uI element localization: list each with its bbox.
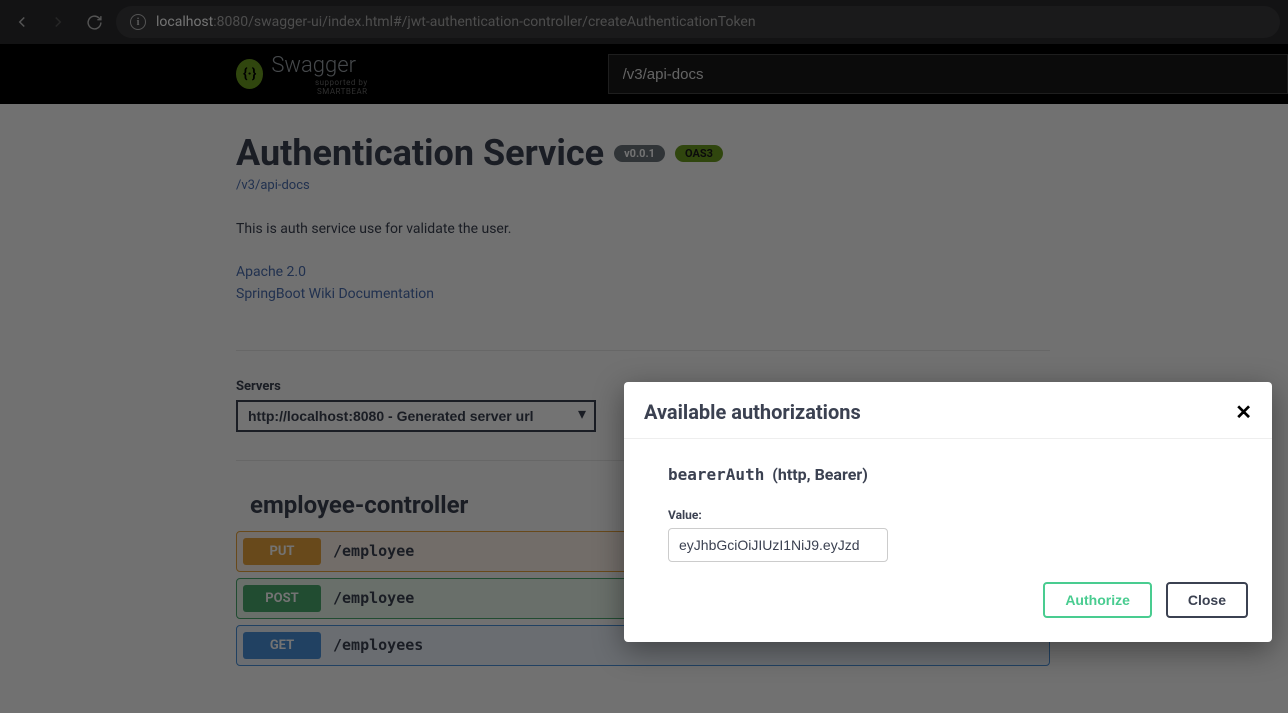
close-icon[interactable]: ✕ bbox=[1235, 400, 1252, 424]
authorization-modal: Available authorizations ✕ bearerAuth (h… bbox=[624, 382, 1272, 642]
auth-scheme-heading: bearerAuth (http, Bearer) bbox=[668, 465, 1252, 484]
modal-title: Available authorizations bbox=[644, 400, 861, 424]
value-label: Value: bbox=[668, 508, 1252, 522]
authorize-button[interactable]: Authorize bbox=[1043, 582, 1152, 618]
close-button[interactable]: Close bbox=[1166, 582, 1248, 618]
bearer-token-input[interactable] bbox=[668, 528, 888, 562]
